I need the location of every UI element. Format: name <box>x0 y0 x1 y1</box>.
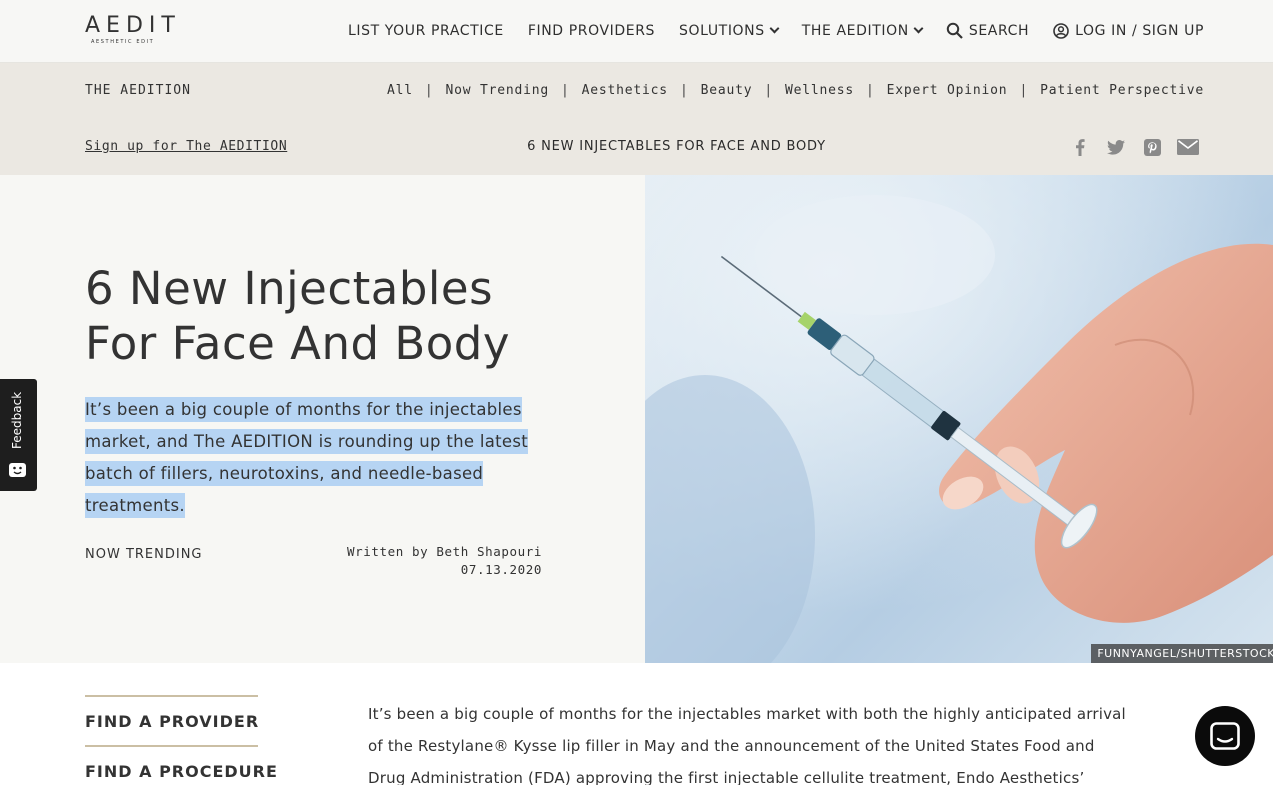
category-all[interactable]: All <box>387 83 413 98</box>
article-side-nav: FIND A PROVIDER FIND A PROCEDURE <box>85 695 277 785</box>
chevron-down-icon <box>913 23 924 34</box>
article-title: 6 New Injectables For Face And Body <box>85 262 510 370</box>
feedback-tab[interactable]: Feedback <box>0 379 37 491</box>
category-beauty[interactable]: Beauty <box>701 83 753 98</box>
separator: | <box>561 83 570 98</box>
hero-text-panel: 6 New Injectables For Face And Body It’s… <box>0 175 645 663</box>
chat-launcher-button[interactable] <box>1195 706 1255 766</box>
main-nav: LIST YOUR PRACTICE FIND PROVIDERS SOLUTI… <box>324 22 1204 39</box>
share-buttons <box>1069 137 1199 157</box>
nav-the-aedition[interactable]: THE AEDITION <box>801 22 924 39</box>
top-navigation: AEDIT AESTHETIC EDIT LIST YOUR PRACTICE … <box>0 0 1273 63</box>
article-dek: It’s been a big couple of months for the… <box>85 394 545 522</box>
user-icon <box>1053 22 1069 39</box>
publish-date: 07.13.2020 <box>460 562 542 577</box>
logo-tagline: AESTHETIC EDIT <box>91 39 155 45</box>
category-patient-perspective[interactable]: Patient Perspective <box>1040 83 1204 98</box>
email-icon[interactable] <box>1177 137 1199 157</box>
category-wellness[interactable]: Wellness <box>785 83 854 98</box>
separator: | <box>424 83 434 98</box>
article-category-tag[interactable]: NOW TRENDING <box>85 547 203 562</box>
logo-wordmark: AEDIT <box>85 13 181 38</box>
article-body-paragraph: It’s been a big couple of months for the… <box>368 705 1126 785</box>
chat-icon <box>1210 722 1240 750</box>
article-byline: Written by Beth Shapouri 07.13.2020 <box>300 543 542 579</box>
aedition-title[interactable]: THE AEDITION <box>85 83 191 98</box>
nav-label: FIND PROVIDERS <box>527 22 656 39</box>
find-a-provider-link[interactable]: FIND A PROVIDER <box>85 695 258 745</box>
pinterest-icon[interactable] <box>1141 137 1163 157</box>
hero-image: FUNNYANGEL/SHUTTERSTOCK <box>645 175 1273 663</box>
nav-label: SOLUTIONS <box>679 22 765 39</box>
feedback-smiley-icon <box>9 463 26 477</box>
aedition-bar: THE AEDITION All | Now Trending | Aesthe… <box>0 63 1273 175</box>
author-line: Written by Beth Shapouri <box>346 544 542 559</box>
category-nav: All | Now Trending | Aesthetics | Beauty… <box>387 83 1204 98</box>
nav-label: LIST YOUR PRACTICE <box>347 22 504 39</box>
nav-label: SEARCH <box>968 22 1030 39</box>
aedit-logo[interactable]: AEDIT AESTHETIC EDIT <box>85 13 181 46</box>
nav-list-your-practice[interactable]: LIST YOUR PRACTICE <box>348 23 504 39</box>
feedback-label: Feedback <box>10 391 24 449</box>
image-credit: FUNNYANGEL/SHUTTERSTOCK <box>1091 644 1273 663</box>
separator: | <box>764 83 773 98</box>
nav-find-providers[interactable]: FIND PROVIDERS <box>528 23 655 39</box>
nav-label: LOG IN / SIGN UP <box>1075 22 1204 39</box>
separator: | <box>1019 83 1029 98</box>
category-now-trending[interactable]: Now Trending <box>446 83 550 98</box>
syringe-hand-illustration <box>645 175 1273 663</box>
twitter-icon[interactable] <box>1105 137 1127 157</box>
nav-search[interactable]: SEARCH <box>946 22 1029 39</box>
category-aesthetics[interactable]: Aesthetics <box>582 83 668 98</box>
nav-solutions[interactable]: SOLUTIONS <box>679 22 780 39</box>
chevron-down-icon <box>769 23 780 34</box>
dek-highlighted-text: It’s been a big couple of months for the… <box>85 397 529 518</box>
find-a-procedure-link[interactable]: FIND A PROCEDURE <box>85 745 277 785</box>
category-expert-opinion[interactable]: Expert Opinion <box>887 83 1008 98</box>
facebook-icon[interactable] <box>1069 137 1091 157</box>
search-icon <box>946 22 963 39</box>
separator: | <box>866 83 875 98</box>
separator: | <box>679 83 689 98</box>
nav-label: THE AEDITION <box>801 22 909 39</box>
nav-login-signup[interactable]: LOG IN / SIGN UP <box>1053 23 1204 39</box>
